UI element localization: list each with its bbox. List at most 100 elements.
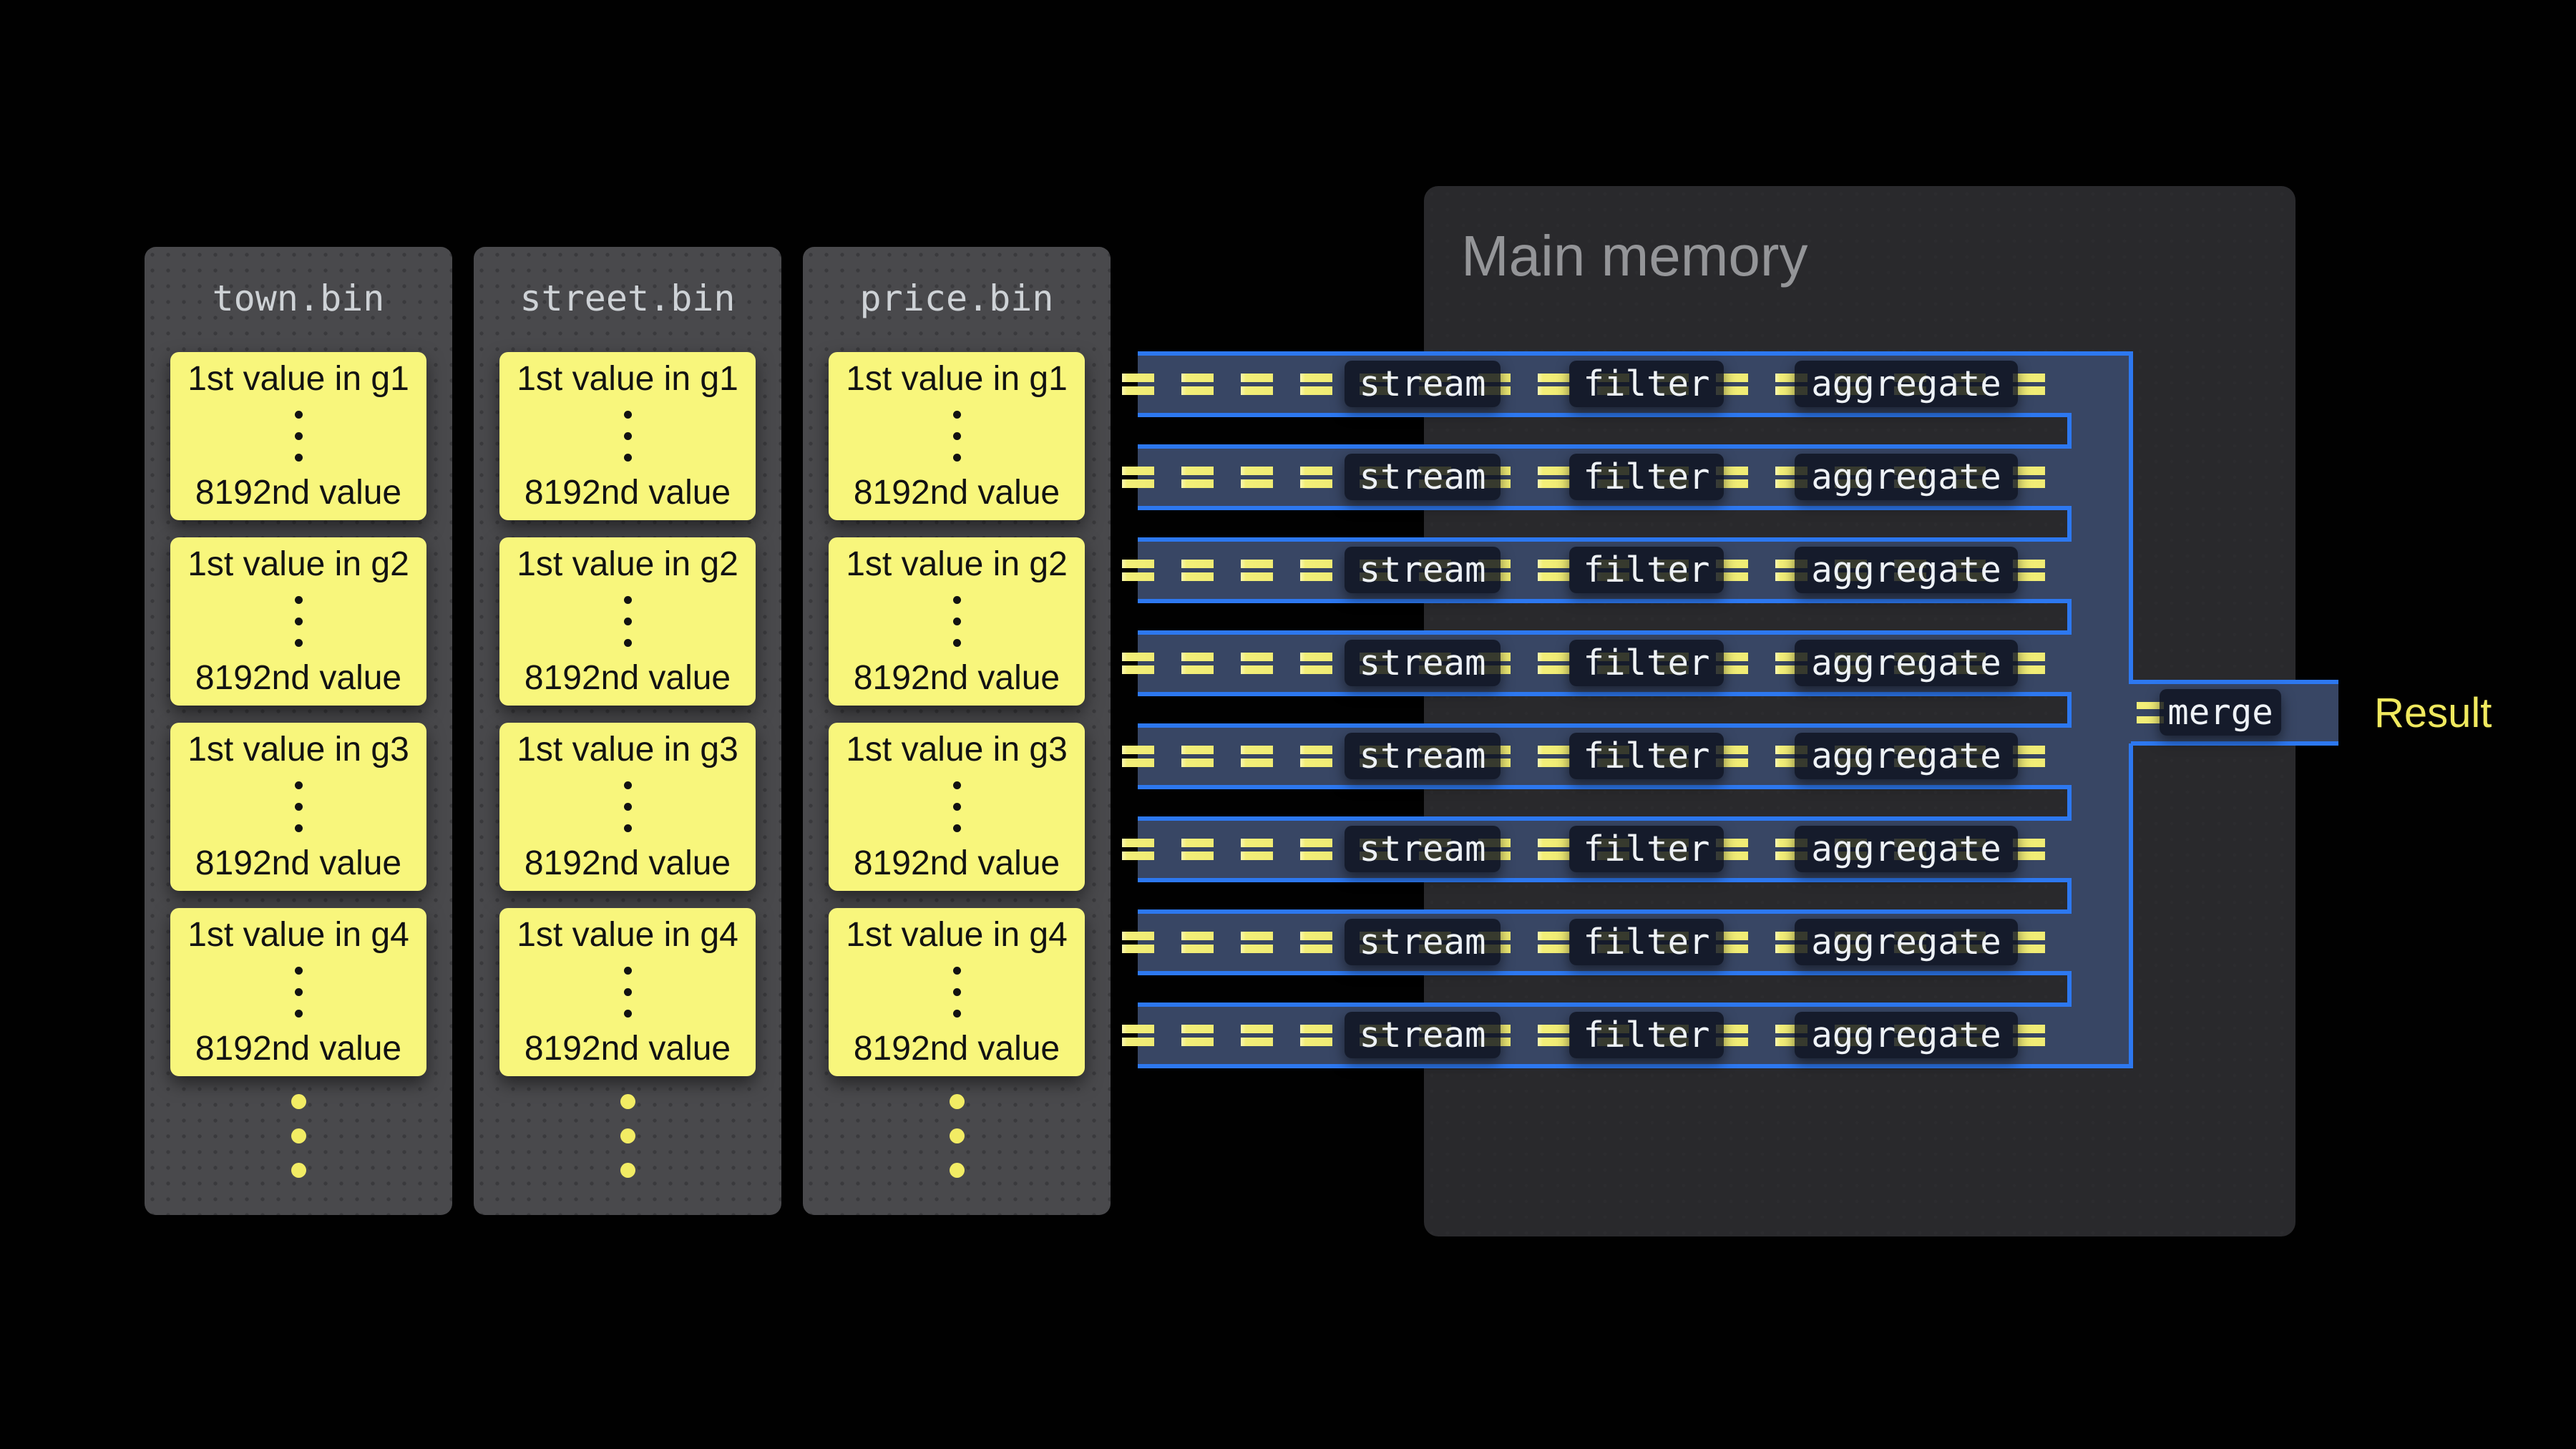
ellipsis-dot (624, 824, 632, 832)
ellipsis-dot (295, 1010, 303, 1018)
card-first-line: 1st value in g2 (517, 545, 738, 584)
ellipsis-dot (295, 781, 303, 789)
value-card: 1st value in g4 8192nd value (170, 908, 426, 1076)
stage-label-aggregate: aggregate (1795, 826, 2018, 872)
ellipsis-dot (295, 411, 303, 419)
result-label: Result (2374, 687, 2492, 738)
ellipsis-dot (624, 618, 632, 625)
ellipsis-dot (295, 596, 303, 604)
card-first-line: 1st value in g1 (187, 360, 409, 399)
value-card: 1st value in g48192nd value (499, 908, 756, 1076)
value-card: 1st value in g38192nd value (499, 723, 756, 891)
ellipsis-dot (624, 411, 632, 419)
ellipsis-dot (291, 1094, 306, 1109)
stage-label-aggregate: aggregate (1795, 547, 2018, 593)
card-ellipsis-dots (624, 967, 632, 1018)
file-title: price.bin (803, 247, 1111, 350)
ellipsis-dot (620, 1163, 635, 1178)
ellipsis-dot (953, 411, 961, 419)
stage-label-filter: filter (1569, 919, 1724, 965)
ellipsis-dot (295, 824, 303, 832)
stage-label-stream: stream (1345, 919, 1501, 965)
stage-label-filter: filter (1569, 826, 1724, 872)
value-card: 1st value in g28192nd value (499, 537, 756, 706)
stage-label-aggregate: aggregate (1795, 361, 2018, 407)
card-last-line: 8192nd value (854, 1030, 1060, 1068)
card-last-line: 8192nd value (195, 1030, 401, 1068)
ellipsis-dot (624, 803, 632, 811)
ellipsis-dot (950, 1128, 965, 1143)
column-ellipsis-dots (803, 1094, 1111, 1178)
file-column-street-bin: street.bin1st value in g18192nd value 1st… (474, 247, 781, 1215)
card-last-line: 8192nd value (195, 844, 401, 883)
ellipsis-dot (291, 1128, 306, 1143)
ellipsis-dot (295, 988, 303, 996)
card-ellipsis-dots (953, 411, 961, 462)
card-ellipsis-dots (295, 411, 303, 462)
stage-label-stream: stream (1345, 547, 1501, 593)
ellipsis-dot (950, 1163, 965, 1178)
column-ellipsis-dots (474, 1094, 781, 1178)
value-card: 1st value in g1 8192nd value (170, 352, 426, 520)
ellipsis-dot (295, 803, 303, 811)
stage-label-filter: filter (1569, 640, 1724, 686)
ellipsis-dot (624, 988, 632, 996)
file-title: street.bin (474, 247, 781, 350)
value-card: 1st value in g38192nd value (829, 723, 1085, 891)
file-column-town-bin: town.bin1st value in g18192nd value1st v… (145, 247, 452, 1215)
card-last-line: 8192nd value (854, 844, 1060, 883)
pipeline-comb-fill (1138, 353, 2338, 1066)
card-ellipsis-dots (295, 781, 303, 832)
card-last-line: 8192nd value (854, 474, 1060, 512)
stage-label-stream: stream (1345, 1012, 1501, 1058)
stage-label-stream: stream (1345, 826, 1501, 872)
ellipsis-dot (624, 781, 632, 789)
ellipsis-dot (295, 432, 303, 440)
card-ellipsis-dots (295, 967, 303, 1018)
card-ellipsis-dots (953, 781, 961, 832)
column-ellipsis-dots (145, 1094, 452, 1178)
card-first-line: 1st value in g4 (187, 916, 409, 955)
stage-label-aggregate: aggregate (1795, 454, 2018, 500)
card-last-line: 8192nd value (195, 474, 401, 512)
card-ellipsis-dots (295, 596, 303, 647)
ellipsis-dot (953, 454, 961, 462)
ellipsis-dot (295, 639, 303, 647)
ellipsis-dot (295, 967, 303, 975)
stage-label-filter: filter (1569, 454, 1724, 500)
ellipsis-dot (950, 1094, 965, 1109)
card-first-line: 1st value in g4 (846, 916, 1068, 955)
ellipsis-dot (953, 988, 961, 996)
ellipsis-dot (624, 1010, 632, 1018)
ellipsis-dot (620, 1128, 635, 1143)
stage-label-filter: filter (1569, 1012, 1724, 1058)
value-card: 1st value in g28192nd value (170, 537, 426, 706)
ellipsis-dot (624, 454, 632, 462)
ellipsis-dot (291, 1163, 306, 1178)
ellipsis-dot (624, 639, 632, 647)
ellipsis-dot (953, 596, 961, 604)
ellipsis-dot (624, 596, 632, 604)
card-first-line: 1st value in g1 (846, 360, 1068, 399)
stage-label-aggregate: aggregate (1795, 640, 2018, 686)
stage-label-filter: filter (1569, 547, 1724, 593)
value-card: 1st value in g3 8192nd value (170, 723, 426, 891)
file-column-price-bin: price.bin1st value in g18192nd value1st … (803, 247, 1111, 1215)
ellipsis-dot (953, 781, 961, 789)
card-first-line: 1st value in g2 (846, 545, 1068, 584)
value-card: 1st value in g18192nd value (499, 352, 756, 520)
stage-label-filter: filter (1569, 733, 1724, 779)
card-first-line: 1st value in g2 (187, 545, 409, 584)
ellipsis-dot (953, 432, 961, 440)
diagram-stage: town.bin 1st value in g1 8192nd value 1st v… (0, 0, 2576, 1449)
card-last-line: 8192nd value (525, 474, 731, 512)
file-title: town.bin (145, 247, 452, 350)
card-first-line: 1st value in g3 (517, 731, 738, 769)
card-ellipsis-dots (624, 781, 632, 832)
stage-label-aggregate: aggregate (1795, 919, 2018, 965)
stage-label-stream: stream (1345, 361, 1501, 407)
value-card: 1st value in g4 8192nd value (829, 908, 1085, 1076)
card-first-line: 1st value in g3 (187, 731, 409, 769)
ellipsis-dot (953, 824, 961, 832)
stage-label-stream: stream (1345, 640, 1501, 686)
